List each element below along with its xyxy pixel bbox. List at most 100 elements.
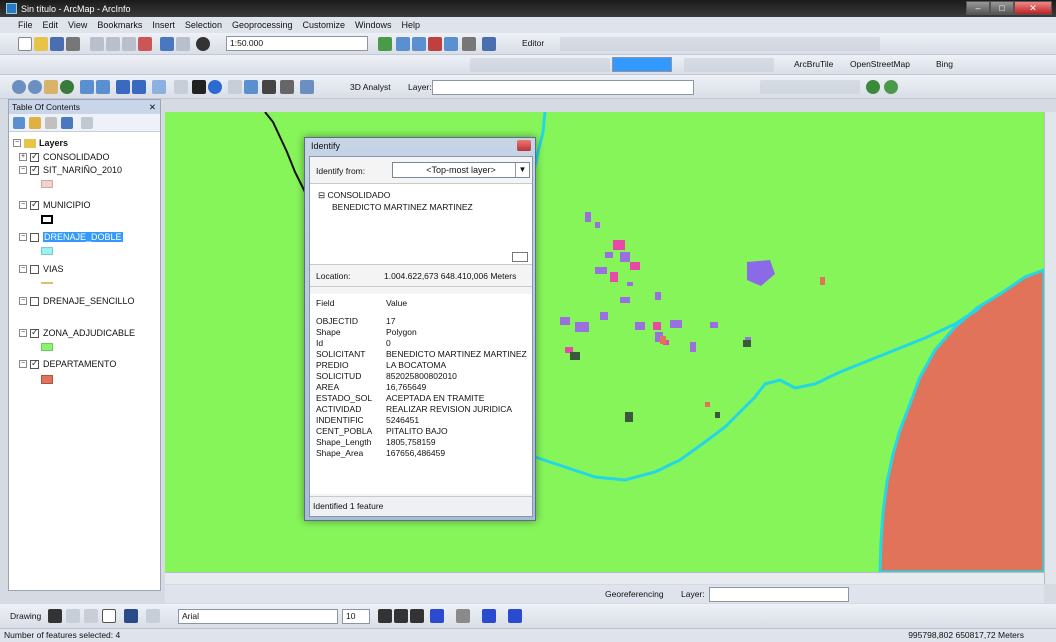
copy-icon[interactable] [106, 37, 120, 51]
menu-view[interactable]: View [68, 20, 87, 30]
toc-window-icon[interactable] [396, 37, 410, 51]
list-by-visibility-icon[interactable] [45, 117, 57, 129]
bold-icon[interactable] [378, 609, 392, 623]
toc-options-icon[interactable] [81, 117, 93, 129]
fixed-zoom-out-icon[interactable] [96, 80, 110, 94]
open-folder-icon[interactable] [34, 37, 48, 51]
view-options-icon[interactable] [512, 252, 528, 262]
layer-visibility-checkbox[interactable] [30, 327, 39, 338]
arctoolbox-icon[interactable] [428, 37, 442, 51]
collapse-icon[interactable]: ⊟ [318, 190, 325, 200]
list-by-drawing-order-icon[interactable] [13, 117, 25, 129]
layer-visibility-checkbox[interactable] [30, 199, 39, 210]
undo-icon[interactable] [160, 37, 174, 51]
toc-layer-consolidado[interactable]: + CONSOLIDADO [19, 151, 110, 162]
collapse-icon[interactable]: − [19, 201, 27, 209]
toc-layer-departamento[interactable]: − DEPARTAMENTO [19, 358, 116, 369]
tree-feature-node[interactable]: BENEDICTO MARTINEZ MARTINEZ [332, 202, 473, 212]
table-row[interactable]: Shape Polygon [310, 327, 532, 338]
collapse-icon[interactable]: − [19, 233, 27, 241]
table-row[interactable]: Shape_Length 1805,758159 [310, 437, 532, 448]
pan-icon[interactable] [44, 80, 58, 94]
python-window-icon[interactable] [444, 37, 458, 51]
maximize-button[interactable]: □ [990, 1, 1014, 15]
measure-icon[interactable] [280, 80, 294, 94]
menu-insert[interactable]: Insert [152, 20, 175, 30]
identify-title-bar[interactable]: Identify [305, 138, 535, 154]
menu-windows[interactable]: Windows [355, 20, 392, 30]
table-row[interactable]: SOLICITANT BENEDICTO MARTINEZ MARTINEZ [310, 349, 532, 360]
zoom-out-icon[interactable] [28, 80, 42, 94]
select-elements-icon[interactable] [48, 609, 62, 623]
callout-icon[interactable] [146, 609, 160, 623]
editor-menu[interactable]: Editor [522, 38, 544, 48]
3d-analyst-layer-field[interactable] [432, 80, 694, 95]
table-row[interactable]: ACTIVIDAD REALIZAR REVISION JURIDICA [310, 404, 532, 415]
hyperlink-icon[interactable] [228, 80, 242, 94]
menu-geoprocessing[interactable]: Geoprocessing [232, 20, 293, 30]
new-text-icon[interactable] [124, 609, 138, 623]
table-row[interactable]: CENT_POBLA PITALITO BAJO [310, 426, 532, 437]
underline-icon[interactable] [410, 609, 424, 623]
menu-selection[interactable]: Selection [185, 20, 222, 30]
toc-layer-vias[interactable]: − VIAS [19, 264, 64, 274]
cut-icon[interactable] [90, 37, 104, 51]
layer-visibility-checkbox[interactable] [30, 164, 39, 175]
map-horizontal-scrollbar[interactable] [165, 572, 1044, 584]
fill-color-icon[interactable] [456, 609, 470, 623]
table-row[interactable]: Id 0 [310, 338, 532, 349]
bing-menu[interactable]: Bing [936, 59, 953, 69]
model-builder-icon[interactable] [462, 37, 476, 51]
map-scale-field[interactable]: 1:50.000 [226, 36, 368, 51]
collapse-icon[interactable]: − [19, 360, 27, 368]
georeferencing-layer-field[interactable] [709, 587, 849, 602]
layer-visibility-checkbox[interactable] [30, 264, 39, 274]
close-window-button[interactable]: ✕ [1014, 1, 1052, 15]
line-color-icon[interactable] [482, 609, 496, 623]
map-vertical-scrollbar[interactable] [1044, 112, 1056, 584]
parcel-cluster-magenta[interactable] [565, 240, 669, 353]
collapse-icon[interactable]: − [19, 265, 27, 273]
arcglobe-icon[interactable] [866, 80, 880, 94]
find-icon[interactable] [262, 80, 276, 94]
print-icon[interactable] [66, 37, 80, 51]
layer-visibility-checkbox[interactable] [30, 358, 39, 369]
layer-visibility-checkbox[interactable] [30, 232, 39, 242]
menu-help[interactable]: Help [402, 20, 421, 30]
new-document-icon[interactable] [18, 37, 32, 51]
table-row[interactable]: INDENTIFIC 5246451 [310, 415, 532, 426]
redo-icon[interactable] [176, 37, 190, 51]
parcel-cluster-dark[interactable] [570, 340, 751, 422]
minimize-button[interactable]: – [966, 1, 990, 15]
toc-layer-municipio[interactable]: − MUNICIPIO [19, 199, 91, 210]
collapse-icon[interactable]: − [13, 139, 21, 147]
fixed-zoom-in-icon[interactable] [80, 80, 94, 94]
collapse-icon[interactable]: − [19, 166, 27, 174]
back-extent-icon[interactable] [116, 80, 130, 94]
save-icon[interactable] [50, 37, 64, 51]
drawing-menu[interactable]: Drawing [10, 611, 41, 621]
collapse-icon[interactable]: − [19, 297, 27, 305]
layer-visibility-checkbox[interactable] [30, 151, 39, 162]
parcel-cluster[interactable] [560, 212, 751, 352]
list-by-selection-icon[interactable] [61, 117, 73, 129]
menu-edit[interactable]: Edit [43, 20, 59, 30]
layers-root[interactable]: − Layers [13, 138, 68, 148]
3d-analyst-menu[interactable]: 3D Analyst [350, 82, 391, 92]
delete-icon[interactable] [138, 37, 152, 51]
add-data-icon[interactable] [196, 37, 210, 51]
paste-icon[interactable] [122, 37, 136, 51]
list-by-source-icon[interactable] [29, 117, 41, 129]
select-elements-icon[interactable] [192, 80, 206, 94]
georeferencing-menu[interactable]: Georeferencing [605, 589, 664, 599]
italic-icon[interactable] [394, 609, 408, 623]
rotate-icon[interactable] [66, 609, 80, 623]
table-row[interactable]: Shape_Area 167656,486459 [310, 448, 532, 459]
full-extent-icon[interactable] [60, 80, 74, 94]
menu-bookmarks[interactable]: Bookmarks [97, 20, 142, 30]
font-selector[interactable]: Arial [178, 609, 338, 624]
select-features-icon[interactable] [152, 80, 166, 94]
chevron-down-icon[interactable]: ▼ [515, 163, 529, 177]
font-size-selector[interactable]: 10 [342, 609, 370, 624]
rectangle-icon[interactable] [102, 609, 116, 623]
